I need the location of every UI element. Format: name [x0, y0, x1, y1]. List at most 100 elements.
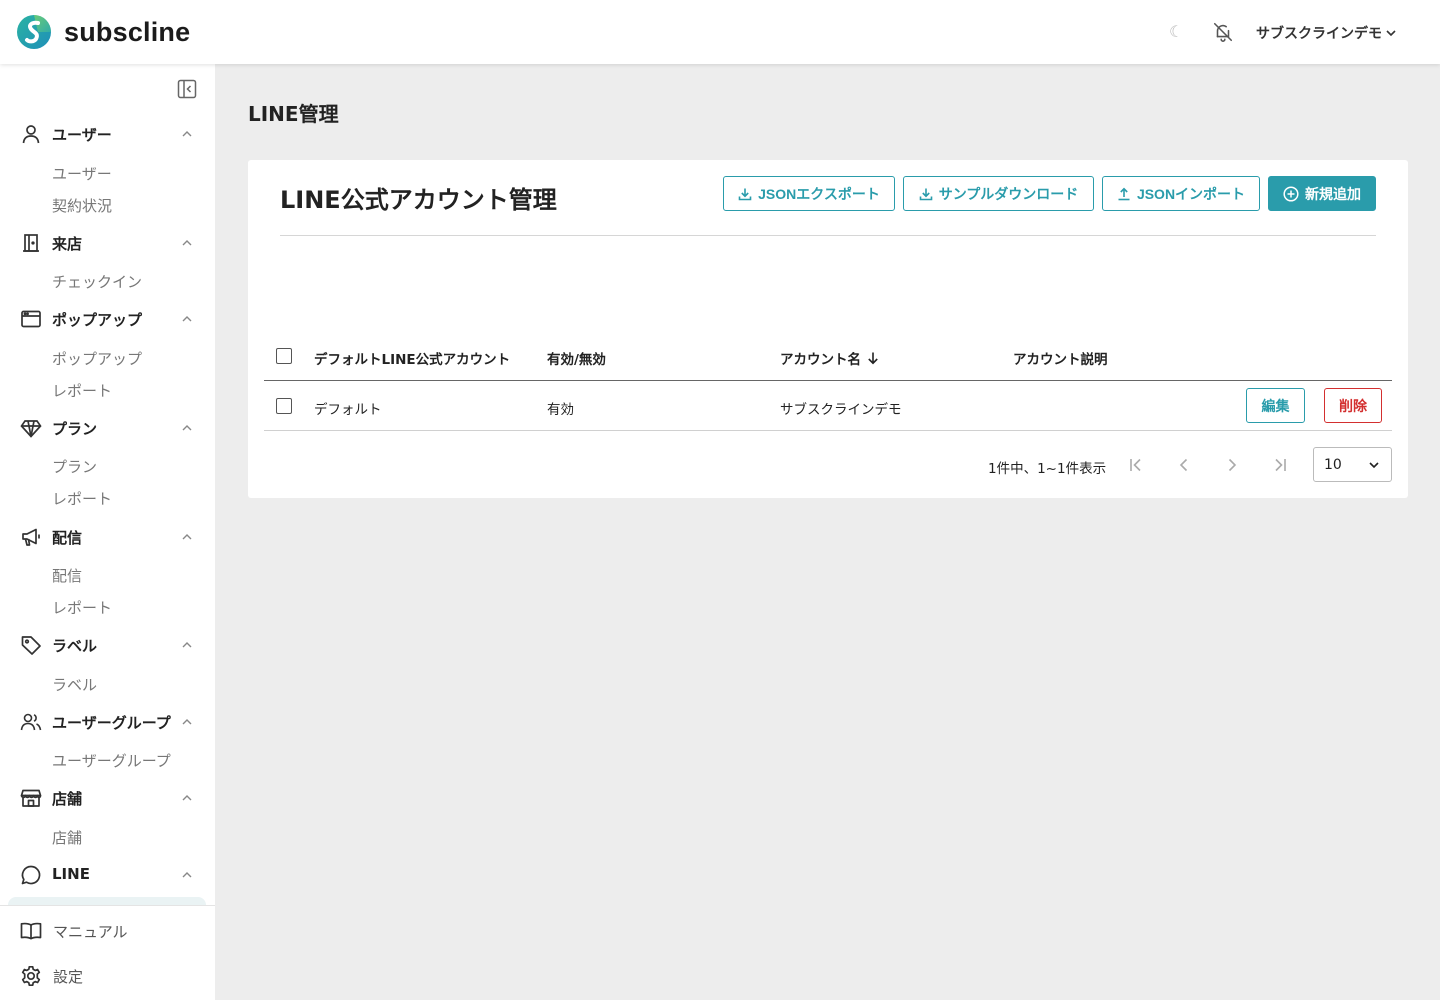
download-icon — [738, 188, 752, 200]
sidebar-group-label: ユーザーグループ — [52, 714, 171, 732]
last-page-icon[interactable] — [1270, 455, 1290, 475]
door-icon — [23, 234, 39, 252]
active-item-highlight — [8, 897, 206, 905]
logo-mark-icon — [17, 15, 51, 49]
sidebar-divider — [0, 905, 215, 906]
store-icon — [20, 789, 42, 807]
plus-circle-icon — [1283, 185, 1299, 202]
chevron-down-icon — [1386, 30, 1396, 37]
sidebar-item-store[interactable]: 店舗 — [52, 827, 82, 848]
upload-icon — [1118, 187, 1130, 200]
chevron-up-icon — [182, 316, 192, 322]
sidebar-group-label: LINE — [52, 865, 90, 883]
add-new-button[interactable]: 新規追加 — [1268, 176, 1376, 211]
chevron-down-icon — [1369, 462, 1379, 469]
chevron-up-icon — [182, 425, 192, 431]
table-row-divider — [264, 430, 1392, 431]
tag-icon — [21, 636, 41, 655]
sort-descending-icon — [868, 352, 878, 365]
sidebar-group-label: ユーザー — [52, 126, 112, 144]
app-logo[interactable]: subscline — [16, 14, 190, 50]
first-page-icon[interactable] — [1126, 455, 1146, 475]
brand-name: subscline — [64, 16, 191, 47]
next-page-icon[interactable] — [1222, 455, 1242, 475]
column-header-account-name[interactable]: アカウント名 — [780, 348, 879, 368]
chevron-up-icon — [182, 240, 192, 246]
sidebar-item-users[interactable]: ユーザー — [52, 163, 112, 184]
sidebar-group-label: 配信 — [52, 529, 83, 547]
user-icon — [22, 125, 40, 144]
cell-account-name: サブスクラインデモ — [780, 402, 902, 418]
row-checkbox[interactable] — [276, 398, 292, 414]
delete-button[interactable]: 削除 — [1324, 388, 1382, 423]
edit-button[interactable]: 編集 — [1246, 388, 1305, 423]
book-icon — [20, 922, 42, 940]
sidebar-item-label: マニュアル — [53, 923, 128, 941]
top-header: subscline ☾ サブスクラインデモ — [0, 0, 1440, 64]
download-icon — [919, 188, 933, 200]
rows-per-page-select[interactable]: 10 — [1313, 447, 1392, 482]
sidebar-item-manual[interactable]: マニュアル — [0, 919, 215, 943]
window-icon — [21, 310, 41, 328]
sidebar-item-checkin[interactable]: チェックイン — [52, 271, 142, 292]
sidebar-group-popup[interactable]: ポップアップ — [0, 307, 215, 331]
chevron-up-icon — [182, 872, 192, 878]
collapse-sidebar-icon[interactable] — [177, 79, 197, 99]
sidebar-group-store[interactable]: 店舗 — [0, 786, 215, 810]
sidebar-group-usergroup[interactable]: ユーザーグループ — [0, 710, 215, 734]
megaphone-icon — [22, 528, 40, 546]
column-header-default[interactable]: デフォルトLINE公式アカウント — [314, 348, 510, 368]
json-import-button[interactable]: JSONインポート — [1102, 176, 1260, 211]
sidebar-group-user[interactable]: ユーザー — [0, 122, 215, 146]
moon-icon[interactable]: ☾ — [1169, 22, 1183, 41]
pagination-summary: 1件中、1~1件表示 — [988, 461, 1107, 477]
sidebar-item-label[interactable]: ラベル — [52, 674, 97, 695]
chat-icon — [21, 865, 41, 885]
select-all-checkbox[interactable] — [276, 348, 292, 364]
diamond-icon — [20, 420, 42, 438]
sidebar-group-label: プラン — [52, 420, 98, 438]
chevron-up-icon — [182, 795, 192, 801]
sidebar-group-delivery[interactable]: 配信 — [0, 525, 215, 549]
sidebar-group-label[interactable]: ラベル — [0, 633, 215, 657]
sidebar-item-contracts[interactable]: 契約状況 — [52, 195, 112, 216]
gear-icon — [21, 965, 41, 987]
chevron-up-icon — [182, 131, 192, 137]
sidebar-item-usergroup[interactable]: ユーザーグループ — [52, 750, 171, 771]
column-header-description[interactable]: アカウント説明 — [1013, 348, 1108, 368]
json-export-button[interactable]: JSONエクスポート — [723, 176, 895, 211]
sample-download-button[interactable]: サンプルダウンロード — [903, 176, 1094, 211]
line-account-card: LINE公式アカウント管理 JSONエクスポート サンプルダウンロード JSON… — [248, 160, 1408, 498]
cell-status: 有効 — [547, 402, 574, 418]
table-header-divider — [264, 380, 1392, 381]
sidebar-group-line[interactable]: LINE — [0, 863, 215, 887]
cell-default: デフォルト — [314, 402, 382, 418]
sidebar-item-popup-report[interactable]: レポート — [52, 380, 112, 401]
sidebar-group-plan[interactable]: プラン — [0, 416, 215, 440]
user-menu[interactable]: サブスクラインデモ — [1256, 23, 1396, 43]
sidebar-group-visit[interactable]: 来店 — [0, 231, 215, 255]
sidebar: ユーザー ユーザー 契約状況 来店 チェックイン ポップアップ ポップアップ レ… — [0, 64, 215, 1000]
sidebar-item-plan[interactable]: プラン — [52, 456, 97, 477]
card-divider — [280, 235, 1376, 236]
sidebar-item-plan-report[interactable]: レポート — [52, 488, 112, 509]
chevron-up-icon — [182, 534, 192, 540]
sidebar-group-label: ポップアップ — [52, 311, 143, 329]
sidebar-group-label: 来店 — [52, 235, 83, 253]
page-title: LINE管理 — [248, 102, 339, 126]
previous-page-icon[interactable] — [1174, 455, 1194, 475]
users-icon — [20, 713, 42, 731]
column-header-status[interactable]: 有効/無効 — [547, 348, 606, 368]
chevron-up-icon — [182, 642, 192, 648]
rows-per-page-value: 10 — [1324, 457, 1342, 473]
sidebar-item-popup[interactable]: ポップアップ — [52, 348, 142, 369]
sidebar-item-settings[interactable]: 設定 — [0, 964, 215, 988]
bell-off-icon[interactable] — [1212, 21, 1234, 43]
sidebar-group-label: 店舗 — [52, 790, 83, 808]
sidebar-group-label: ラベル — [52, 637, 98, 655]
user-name: サブスクラインデモ — [1256, 26, 1382, 42]
sidebar-item-delivery[interactable]: 配信 — [52, 565, 82, 586]
sidebar-item-delivery-report[interactable]: レポート — [52, 597, 112, 618]
chevron-up-icon — [182, 719, 192, 725]
card-title: LINE公式アカウント管理 — [280, 186, 557, 214]
